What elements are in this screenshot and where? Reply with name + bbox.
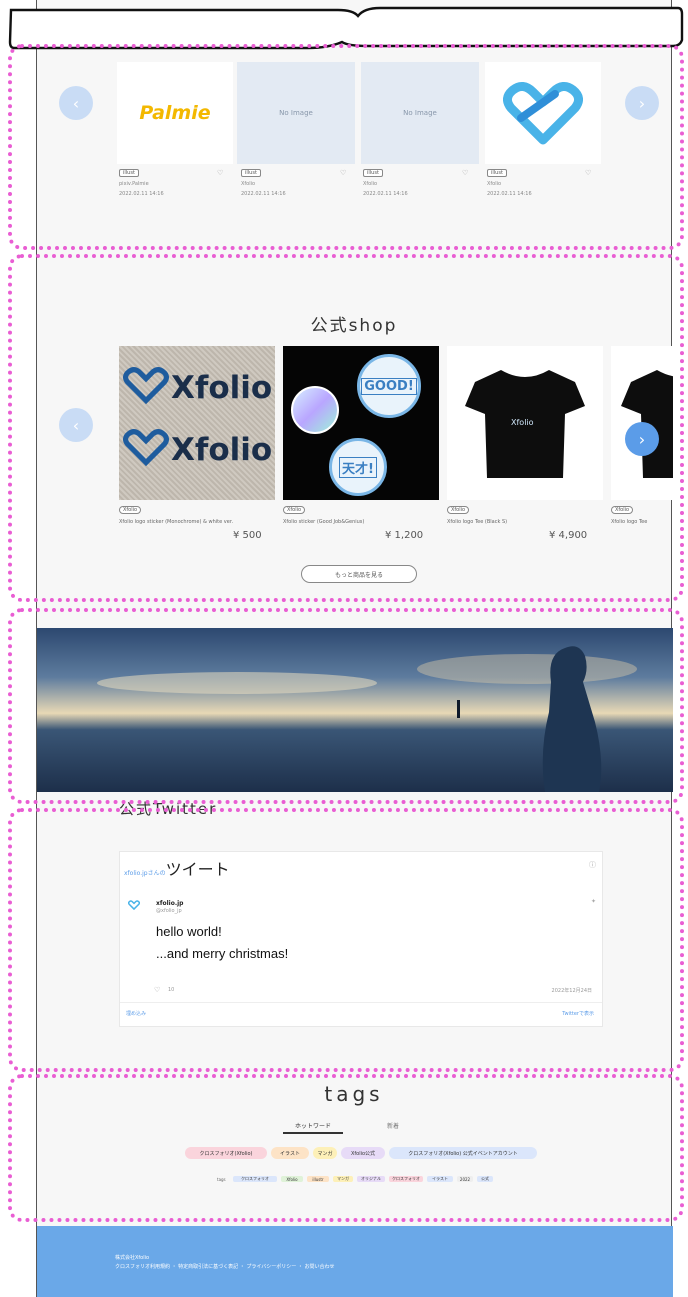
info-icon[interactable]: ⓘ (589, 860, 596, 870)
xfolio-heart-logo (123, 367, 169, 404)
no-image-label: No Image (279, 109, 313, 117)
shop-item-price: ¥ 4,900 (549, 530, 588, 541)
shop-title: 公式shop (310, 316, 398, 336)
mini-tag[interactable]: illustr (307, 1176, 329, 1182)
mini-tag[interactable]: クロスフォリオ (233, 1176, 277, 1182)
heart-icon[interactable]: ♡ (154, 986, 160, 994)
mini-tag[interactable]: 公式 (477, 1176, 493, 1182)
sticker-logo-text: Xfolio (171, 432, 273, 468)
shop-image-1[interactable]: Xfolio Xfolio (119, 346, 275, 500)
shop-badge[interactable]: Xfolio (283, 506, 306, 514)
timeline-heading: ツイート (165, 860, 230, 879)
page-canvas: ‹ Palmie No Image No Image › illust ♡ pi… (36, 0, 673, 1297)
tag-pill[interactable]: イラスト (271, 1147, 309, 1159)
like-count: 10 (168, 987, 175, 993)
xfolio-heart-logo (123, 429, 169, 466)
top-scribble-bar (8, 6, 684, 50)
gallery-tag[interactable]: illust (363, 169, 383, 177)
mini-tag[interactable]: マンガ (333, 1176, 353, 1182)
mini-tag[interactable]: クロスフォリオ (389, 1176, 423, 1182)
tweet-text-line2: ...and merry christmas! (156, 946, 289, 961)
good-stamp: GOOD! (357, 354, 421, 418)
shop-item-title[interactable]: Xfolio sticker (Good Job&Genius) (283, 519, 437, 525)
timeline-divider (120, 1002, 602, 1003)
tab-new[interactable]: 新着 (363, 1121, 423, 1130)
gallery-date: 2022.02.11 14:16 (119, 191, 164, 197)
banner-image[interactable] (37, 628, 673, 792)
gallery-date: 2022.02.11 14:16 (241, 191, 286, 197)
cloud (97, 672, 377, 694)
genius-stamp: 天才! (329, 438, 387, 496)
gallery-author[interactable]: Xfolio (363, 181, 377, 188)
shop-item-price: ¥ 1,200 (385, 530, 424, 541)
shop-image-3[interactable]: Xfolio (447, 346, 603, 500)
account-name[interactable]: xfolio.jp (156, 900, 183, 907)
gallery-date: 2022.02.11 14:16 (363, 191, 408, 197)
twitter-bird-icon[interactable]: ✦ (591, 898, 596, 905)
mini-tag[interactable]: Xfolio (281, 1176, 303, 1182)
like-icon[interactable]: ♡ (340, 169, 346, 177)
gallery-image-1[interactable]: Palmie (117, 62, 233, 164)
tags-title: tags (324, 1082, 384, 1106)
girl-silhouette (542, 646, 602, 792)
mini-tags-label: tags (217, 1177, 226, 1182)
embed-link[interactable]: 埋め込み (126, 1010, 146, 1017)
gallery-image-2[interactable]: No Image (237, 62, 355, 164)
tag-pill[interactable]: クロスフォリオ(Xfolio) 公式イベントアカウント (389, 1147, 537, 1159)
gallery-author[interactable]: pixiv.Palmie (119, 181, 149, 188)
sticker-logo-text: Xfolio (171, 370, 273, 406)
gallery-tag[interactable]: illust (487, 169, 507, 177)
more-products-button[interactable]: もっと商品を見る (301, 565, 417, 583)
shop-badge[interactable]: Xfolio (119, 506, 142, 514)
shirt-print: Xfolio (511, 418, 534, 427)
like-icon[interactable]: ♡ (217, 169, 223, 177)
gallery-image-4[interactable] (485, 62, 601, 164)
gallery-tag[interactable]: illust (119, 169, 139, 177)
gallery-date: 2022.02.11 14:16 (487, 191, 532, 197)
timeline-account-link[interactable]: xfolio.jpさんの (124, 868, 166, 877)
gallery-image-3[interactable]: No Image (361, 62, 479, 164)
xfolio-avatar-icon[interactable] (128, 900, 140, 910)
shop-badge[interactable]: Xfolio (611, 506, 634, 514)
gallery-prev-button[interactable]: ‹ (59, 86, 93, 120)
footer-company: 株式会社Xfolio (115, 1255, 150, 1261)
lighthouse (457, 700, 460, 718)
shop-badge[interactable]: Xfolio (447, 506, 470, 514)
shop-next-button[interactable]: › (625, 422, 659, 456)
mini-tag[interactable]: イラスト (427, 1176, 453, 1182)
tag-pill[interactable]: クロスフォリオ(Xfolio) (185, 1147, 267, 1159)
twitter-timeline[interactable]: xfolio.jpさんの ツイート ⓘ xfolio.jp @xfolio_jp… (119, 851, 603, 1027)
tweet-text-line1: hello world! (156, 924, 222, 939)
gallery-author[interactable]: Xfolio (241, 181, 255, 188)
shop-prev-button[interactable]: ‹ (59, 408, 93, 442)
mini-tag[interactable]: 2022 (457, 1176, 473, 1182)
shop-item-price: ¥ 500 (233, 530, 262, 541)
xfolio-heart-logo (503, 82, 583, 145)
tweet-date[interactable]: 2022年12月24日 (552, 987, 592, 994)
tab-hotword[interactable]: ホットワード (283, 1121, 343, 1134)
shop-item-title[interactable]: Xfolio logo Tee (Black S) (447, 519, 601, 525)
mini-tag[interactable]: オリジナル (357, 1176, 385, 1182)
shop-item-title[interactable]: Xfolio logo sticker (Monochrome) & white… (119, 519, 273, 525)
account-handle: @xfolio_jp (156, 908, 182, 914)
palmie-logo: Palmie (139, 102, 211, 124)
timeline-header: xfolio.jpさんの ツイート (124, 856, 230, 880)
gallery-next-button[interactable]: › (625, 86, 659, 120)
footer: 株式会社Xfolio クロスフォリオ利用規約 ・ 特定商取引法に基づく表記 ・ … (37, 1226, 673, 1297)
no-image-label: No Image (403, 109, 437, 117)
shop-item-title[interactable]: Xfolio logo Tee (611, 519, 673, 525)
gallery-tag[interactable]: illust (241, 169, 261, 177)
like-icon[interactable]: ♡ (585, 169, 591, 177)
shop-image-2[interactable]: GOOD! 天才! (283, 346, 439, 500)
like-icon[interactable]: ♡ (462, 169, 468, 177)
tag-pill[interactable]: Xfolio公式 (341, 1147, 385, 1159)
gallery-author[interactable]: Xfolio (487, 181, 501, 188)
tag-pill[interactable]: マンガ (313, 1147, 337, 1159)
hologram-sticker (291, 386, 339, 434)
view-on-twitter-link[interactable]: Twitterで表示 (562, 1010, 594, 1017)
twitter-title: 公式Twitter (119, 800, 218, 818)
footer-links[interactable]: クロスフォリオ利用規約 ・ 特定商取引法に基づく表記 ・ プライバシーポリシー … (115, 1263, 334, 1270)
